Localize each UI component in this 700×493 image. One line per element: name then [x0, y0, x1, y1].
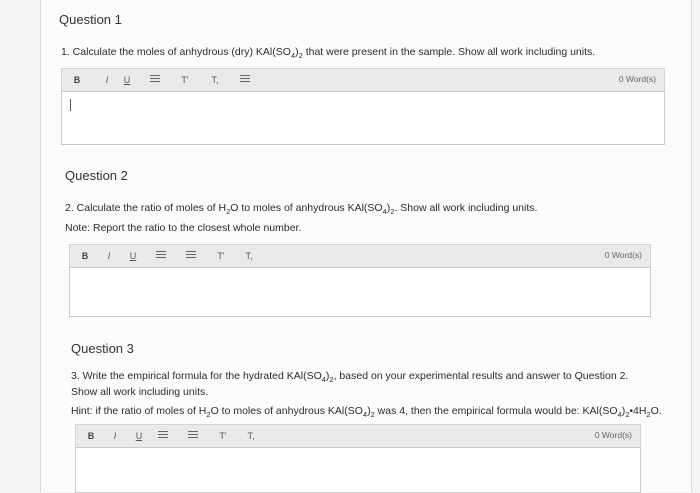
question-hint: Hint: if the ratio of moles of H2O to mo… [71, 405, 662, 420]
unordered-list-button[interactable] [186, 429, 200, 443]
editor-toolbar: B I U T' T, 0 Word(s) [75, 424, 641, 447]
answer-editor[interactable] [75, 447, 641, 493]
subscript-button[interactable]: T, [208, 73, 222, 87]
question-title: Question 1 [59, 12, 122, 27]
ordered-list-button[interactable] [156, 429, 170, 443]
editor-toolbar: B I U T' T, 0 Word(s) [69, 244, 651, 267]
ordered-list-button[interactable] [154, 249, 168, 263]
ordered-list-button[interactable] [148, 73, 162, 87]
unordered-list-icon [186, 250, 196, 259]
unordered-list-icon [188, 430, 198, 439]
bold-button[interactable]: B [78, 249, 92, 263]
unordered-list-button[interactable] [184, 249, 198, 263]
unordered-list-icon [240, 74, 250, 83]
bold-button[interactable]: B [70, 73, 84, 87]
ordered-list-icon [156, 250, 166, 259]
editor-toolbar: B I U T' T, 0 Word(s) [61, 68, 665, 91]
question-text: 2. Calculate the ratio of moles of H2O t… [65, 202, 538, 217]
question-text: 1. Calculate the moles of anhydrous (dry… [61, 46, 596, 61]
answer-editor[interactable] [69, 267, 651, 317]
subscript-button[interactable]: T, [242, 249, 256, 263]
word-count: 0 Word(s) [618, 74, 656, 84]
text-caret [70, 99, 71, 111]
word-count: 0 Word(s) [594, 430, 632, 440]
unordered-list-button[interactable] [238, 73, 252, 87]
underline-button[interactable]: U [132, 429, 146, 443]
question-title: Question 3 [71, 341, 134, 356]
italic-button[interactable]: I [102, 249, 116, 263]
superscript-button[interactable]: T' [214, 249, 228, 263]
underline-button[interactable]: U [126, 249, 140, 263]
underline-button[interactable]: U [120, 73, 134, 87]
italic-button[interactable]: I [108, 429, 122, 443]
question-note: Note: Report the ratio to the closest wh… [65, 222, 302, 234]
question-title: Question 2 [65, 168, 128, 183]
quiz-page: Question 1 1. Calculate the moles of anh… [40, 0, 692, 493]
ordered-list-icon [158, 430, 168, 439]
ordered-list-icon [150, 74, 160, 83]
answer-editor[interactable] [61, 91, 665, 145]
superscript-button[interactable]: T' [216, 429, 230, 443]
bold-button[interactable]: B [84, 429, 98, 443]
italic-button[interactable]: I [100, 73, 114, 87]
subscript-button[interactable]: T, [244, 429, 258, 443]
superscript-button[interactable]: T' [178, 73, 192, 87]
word-count: 0 Word(s) [604, 250, 642, 260]
question-text: 3. Write the empirical formula for the h… [71, 370, 629, 399]
